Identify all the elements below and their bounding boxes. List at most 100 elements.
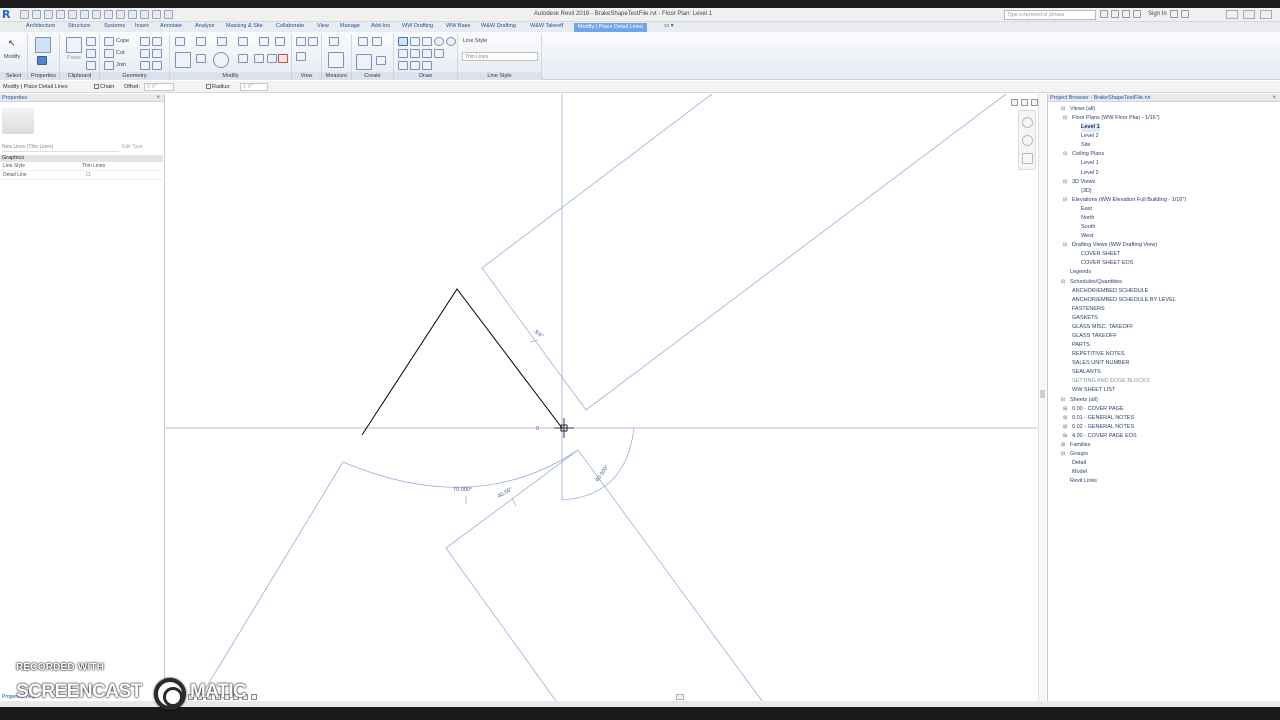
tree-item[interactable]: Sheets (all) — [1070, 396, 1098, 405]
split-face-icon[interactable] — [152, 37, 162, 46]
tab-w-w-takeoff[interactable]: W&W Takeoff — [530, 23, 563, 29]
paint-icon[interactable] — [140, 49, 150, 58]
tree-item[interactable]: GASKETS — [1072, 314, 1098, 323]
copy-icon[interactable] — [86, 49, 96, 58]
copy-element-icon[interactable] — [196, 54, 206, 63]
cut-icon[interactable] — [86, 37, 96, 46]
tree-toggle-icon[interactable]: ⊞ — [1063, 423, 1067, 432]
zoom-icon[interactable] — [1022, 135, 1033, 146]
chain-checkbox[interactable]: Chain — [94, 84, 114, 90]
tree-item[interactable]: Level 2 — [1081, 169, 1099, 178]
dimension-label-40[interactable]: 40.00° — [497, 487, 514, 500]
join-label[interactable]: Join — [116, 62, 126, 68]
chain-checkbox-box[interactable] — [94, 84, 99, 89]
split-icon[interactable] — [259, 37, 269, 46]
tree-toggle-icon[interactable]: ⊟ — [1061, 278, 1065, 287]
undo-icon[interactable] — [44, 10, 53, 19]
move-icon[interactable] — [175, 52, 191, 68]
search-input[interactable]: Type a keyword or phrase — [1004, 10, 1096, 20]
revit-logo-icon[interactable]: R — [2, 9, 15, 21]
tab-systems[interactable]: Systems — [104, 23, 125, 29]
tree-item[interactable]: GLASS TAKEOFF — [1072, 332, 1117, 341]
radius-input[interactable]: 1' 0" — [240, 83, 268, 91]
tree-toggle-icon[interactable]: ⊟ — [1063, 114, 1067, 123]
detail-line-shape[interactable] — [361, 288, 563, 436]
rotate-icon[interactable] — [213, 52, 229, 68]
print-icon[interactable] — [68, 10, 77, 19]
horizontal-scrollbar-thumb[interactable] — [676, 694, 684, 700]
dimension-label-70[interactable]: 70.000° — [453, 487, 472, 493]
ellipse-arc-icon[interactable] — [398, 61, 408, 70]
open-icon[interactable] — [20, 10, 29, 19]
tree-item[interactable]: Groups — [1070, 450, 1088, 459]
vertical-scrollbar[interactable] — [1038, 94, 1046, 701]
tree-item[interactable]: Elevations (WW Elevation Full Building -… — [1072, 196, 1186, 205]
type-properties-icon[interactable] — [37, 56, 47, 65]
tab-analyze[interactable]: Analyze — [195, 23, 215, 29]
fillet-arc-icon[interactable] — [410, 49, 420, 58]
linework-icon[interactable] — [296, 52, 306, 61]
tab-ww-drafting[interactable]: WW Drafting — [402, 23, 433, 29]
switch-windows-icon[interactable] — [164, 10, 173, 19]
cursor-arrow-icon[interactable]: ↖ — [8, 38, 18, 48]
tree-item[interactable]: WW SHEET LIST — [1072, 386, 1115, 395]
create-assembly-icon[interactable] — [356, 54, 372, 70]
tree-item[interactable]: West — [1081, 232, 1093, 241]
close-icon[interactable]: × — [1272, 94, 1276, 102]
tree-item[interactable]: Model — [1072, 468, 1087, 477]
close-icon[interactable]: × — [156, 94, 160, 102]
cut-geometry-icon[interactable] — [104, 49, 114, 58]
measure-icon[interactable] — [80, 10, 89, 19]
tree-item[interactable]: 0.02 - GENERAL NOTES — [1072, 423, 1134, 432]
tree-item[interactable]: Detail — [1072, 459, 1086, 468]
tree-toggle-icon[interactable]: ⊟ — [1063, 150, 1067, 159]
arc-draw-icon[interactable] — [446, 37, 456, 46]
mirror-draw-icon[interactable] — [238, 37, 248, 46]
dimension-label-zero[interactable]: 0 — [536, 426, 539, 432]
properties-group-graphics[interactable]: Graphics — [0, 155, 163, 162]
polygon-draw-icon[interactable] — [422, 37, 432, 46]
tree-item[interactable]: ANCHOR/EMBED SCHEDULE — [1072, 287, 1148, 296]
cope-icon[interactable] — [104, 37, 114, 46]
select-dropdown[interactable]: Select — [0, 72, 28, 80]
steering-wheel-icon[interactable] — [1022, 117, 1033, 128]
view-restore-button[interactable] — [1021, 99, 1028, 106]
3d-view-icon[interactable] — [116, 10, 125, 19]
array-icon[interactable] — [254, 54, 264, 63]
tab-modify-place-detail-lines[interactable]: Modify | Place Detail Lines — [574, 23, 647, 32]
tree-item[interactable]: 0.00 - COVER PAGE — [1072, 405, 1124, 414]
circle-draw-icon[interactable] — [434, 37, 444, 46]
tree-item[interactable]: FASTENERS — [1072, 305, 1105, 314]
join-icon[interactable] — [104, 61, 114, 70]
match-type-icon[interactable] — [86, 61, 96, 70]
tree-item[interactable]: Floor Plans (WW Floor Plan - 1/16") — [1072, 114, 1160, 123]
trim-icon[interactable] — [275, 37, 285, 46]
reveal-hidden-icon[interactable] — [251, 694, 257, 700]
tree-toggle-icon[interactable]: ⊞ — [1063, 414, 1067, 423]
close-button[interactable] — [1260, 10, 1272, 19]
tree-toggle-icon[interactable]: ⊟ — [1063, 196, 1067, 205]
tree-item[interactable]: 0.01 - GENERAL NOTES — [1072, 414, 1134, 423]
section-icon[interactable] — [128, 10, 137, 19]
tab-structure[interactable]: Structure — [68, 23, 90, 29]
tree-item[interactable]: East — [1081, 205, 1092, 214]
tree-item[interactable]: Drafting Views (WW Drafting View) — [1072, 241, 1157, 250]
tree-toggle-icon[interactable]: ⊟ — [1061, 450, 1065, 459]
dimension-label-90[interactable]: 90.000° — [595, 464, 611, 483]
tab-massing-site[interactable]: Massing & Site — [226, 23, 263, 29]
close-hidden-icon[interactable] — [152, 10, 161, 19]
subscription-icon[interactable] — [1111, 10, 1119, 18]
tree-toggle-icon[interactable]: ⊟ — [1063, 178, 1067, 187]
rectangle-draw-icon[interactable] — [410, 37, 420, 46]
radius-checkbox-box[interactable] — [206, 84, 211, 89]
tree-item[interactable]: Families — [1070, 441, 1090, 450]
thin-lines-icon[interactable] — [140, 10, 149, 19]
tab-view[interactable]: View — [317, 23, 329, 29]
binoculars-icon[interactable] — [1100, 10, 1108, 18]
tree-item[interactable]: {3D} — [1081, 187, 1092, 196]
paste-icon[interactable] — [66, 37, 82, 53]
minimize-button[interactable] — [1226, 10, 1238, 19]
tree-item[interactable]: Revit Links — [1070, 477, 1097, 486]
tree-toggle-icon[interactable]: ⊟ — [1063, 241, 1067, 250]
tab-w-w-drafting[interactable]: W&W Drafting — [481, 23, 516, 29]
